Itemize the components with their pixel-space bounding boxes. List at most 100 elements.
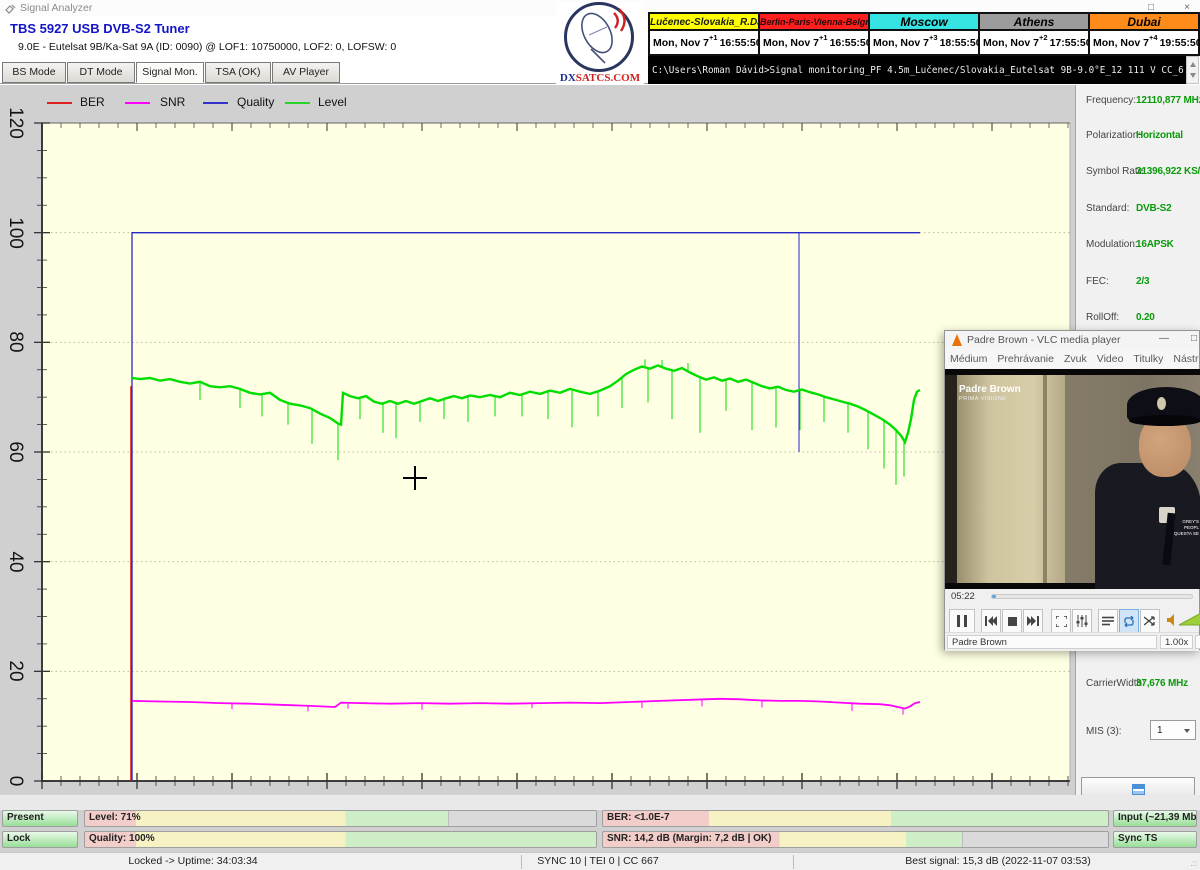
signal-analyzer-window: Signal Analyzer □ × TBS 5927 USB DVB-S2 … bbox=[0, 0, 1200, 870]
scene-cap-brim bbox=[1129, 415, 1200, 426]
shuffle-button[interactable] bbox=[1140, 609, 1160, 633]
y-axis-tick-label: 20 bbox=[0, 656, 30, 686]
lock-indicator: Lock bbox=[2, 831, 78, 848]
vlc-menubar: Médium Prehrávanie Zvuk Video Titulky Ná… bbox=[945, 350, 1199, 369]
seek-slider[interactable] bbox=[991, 594, 1193, 599]
playlist-button[interactable] bbox=[1098, 609, 1118, 633]
statusbar-divider bbox=[793, 855, 794, 869]
tab-signal-mon[interactable]: Signal Mon. bbox=[136, 62, 204, 83]
scene-cap-badge bbox=[1157, 397, 1166, 410]
dxsatcs-logo: DXSATCS.COM bbox=[556, 2, 644, 85]
logo-text: DXSATCS.COM bbox=[556, 72, 644, 84]
legend-line-level bbox=[285, 102, 310, 104]
scene-door bbox=[957, 375, 1065, 583]
tab-tsa[interactable]: TSA (OK) bbox=[205, 62, 271, 83]
clock-dubai: Dubai Mon, Nov 7+419:55:50 bbox=[1088, 14, 1198, 54]
satellite-info: 9.0E - Eutelsat 9B/Ka-Sat 9A (ID: 0090) … bbox=[18, 41, 396, 53]
logo-circle bbox=[564, 2, 634, 72]
playback-rate[interactable]: 1.00x bbox=[1160, 635, 1193, 649]
vlc-titlebar[interactable]: Padre Brown - VLC media player — □ bbox=[945, 331, 1199, 350]
channel-overlay-subtitle: PRIMA VISIONE bbox=[959, 396, 1006, 402]
previous-button[interactable] bbox=[981, 609, 1001, 633]
sync-ts-indicator: Sync TS bbox=[1113, 831, 1197, 848]
vlc-menu-video[interactable]: Video bbox=[1092, 350, 1129, 369]
y-axis-labels: 020406080100120 bbox=[0, 115, 30, 793]
video-frame[interactable]: Padre Brown PRIMA VISIONE GREY'S PEOPL Q… bbox=[945, 369, 1200, 589]
best-signal-status: Best signal: 15,3 dB (2022-11-07 03:53) bbox=[905, 855, 1090, 867]
y-axis-tick-label: 0 bbox=[0, 766, 30, 796]
tab-strip-line bbox=[0, 83, 648, 84]
volume-slider[interactable] bbox=[1179, 612, 1200, 626]
statusbar-divider bbox=[521, 855, 522, 869]
loop-icon bbox=[1123, 616, 1135, 627]
uptime-status: Locked -> Uptime: 34:03:34 bbox=[128, 855, 257, 867]
fullscreen-icon bbox=[1056, 616, 1067, 627]
vlc-menu-tools[interactable]: Nástroje bbox=[1168, 350, 1199, 369]
param-fec: FEC:2/3 bbox=[1086, 276, 1198, 290]
vlc-menu-audio[interactable]: Zvuk bbox=[1059, 350, 1092, 369]
clock-athens: Athens Mon, Nov 7+217:55:50 bbox=[978, 14, 1088, 54]
signal-chart bbox=[28, 115, 1078, 793]
vlc-menu-medium[interactable]: Médium bbox=[945, 350, 992, 369]
vlc-menu-playback[interactable]: Prehrávanie bbox=[992, 350, 1059, 369]
scene-left-shadow bbox=[945, 375, 957, 583]
param-symbol-rate: Symbol Rate:31396,922 KS/s bbox=[1086, 166, 1198, 180]
param-polarization: Polarization:Horizontal bbox=[1086, 130, 1198, 144]
quality-progress-bar: Quality: 100% bbox=[84, 831, 597, 848]
scroll-down-icon[interactable] bbox=[1190, 73, 1196, 78]
chevron-down-icon bbox=[1184, 729, 1190, 733]
vlc-statusbar: Padre Brown 1.00x 05 bbox=[945, 632, 1199, 651]
clock-berlin: Berlin-Paris-Vienna-Belgrade Mon, Nov 7+… bbox=[758, 14, 868, 54]
tab-av-player[interactable]: AV Player bbox=[272, 62, 340, 83]
progress-empty bbox=[962, 832, 1108, 847]
scroll-up-icon[interactable] bbox=[1190, 62, 1196, 67]
equalizer-button[interactable] bbox=[1072, 609, 1092, 633]
footer-strip bbox=[0, 795, 1200, 810]
loop-button[interactable] bbox=[1119, 609, 1139, 633]
sync-status: SYNC 10 | TEI 0 | CC 667 bbox=[537, 855, 658, 867]
tab-dt-mode[interactable]: DT Mode bbox=[67, 62, 135, 83]
clock-lucenec: Lučenec-Slovakia_R.Dávid Mon, Nov 7+116:… bbox=[650, 14, 758, 54]
next-icon bbox=[1027, 616, 1039, 626]
y-axis-tick-label: 40 bbox=[0, 547, 30, 577]
clock-moscow: Moscow Mon, Nov 7+318:55:50 bbox=[868, 14, 978, 54]
legend-label-level: Level bbox=[318, 95, 347, 109]
vlc-maximize-button[interactable]: □ bbox=[1191, 333, 1197, 344]
legend-label-quality: Quality bbox=[237, 95, 274, 109]
param-modulation: Modulation:16APSK bbox=[1086, 239, 1198, 253]
playlist-icon bbox=[1102, 616, 1114, 626]
param-standard: Standard:DVB-S2 bbox=[1086, 203, 1198, 217]
tab-bs-mode[interactable]: BS Mode bbox=[2, 62, 66, 83]
legend-line-quality bbox=[203, 102, 228, 104]
y-axis-tick-label: 100 bbox=[0, 218, 30, 248]
satellite-dish-drawing bbox=[567, 5, 631, 69]
pause-button[interactable] bbox=[949, 609, 975, 633]
snr-progress-bar: SNR: 14,2 dB (Margin: 7,2 dB | OK) bbox=[602, 831, 1109, 848]
param-rolloff: RollOff:0.20 bbox=[1086, 312, 1198, 326]
legend-line-snr bbox=[125, 102, 150, 104]
progress-empty bbox=[448, 811, 596, 826]
resize-grip[interactable]: .:: bbox=[1190, 859, 1197, 868]
mis-dropdown[interactable]: 1 bbox=[1150, 720, 1196, 740]
next-button[interactable] bbox=[1023, 609, 1043, 633]
volume-icon[interactable] bbox=[1167, 614, 1177, 626]
layers-icon bbox=[1132, 784, 1145, 795]
param-frequency: Frequency:12110,877 MHz bbox=[1086, 95, 1198, 109]
channel-overlay-title: Padre Brown bbox=[959, 385, 1021, 395]
world-clocks-panel: Lučenec-Slovakia_R.Dávid Mon, Nov 7+116:… bbox=[648, 12, 1200, 56]
console-scrollbar[interactable] bbox=[1186, 56, 1199, 84]
y-axis-tick-label: 60 bbox=[0, 437, 30, 467]
fullscreen-button[interactable] bbox=[1051, 609, 1071, 633]
vlc-minimize-button[interactable]: — bbox=[1159, 333, 1169, 344]
stop-button[interactable] bbox=[1002, 609, 1022, 633]
command-prompt[interactable]: C:\Users\Roman Dávid>Signal monitoring_P… bbox=[648, 56, 1186, 84]
window-title: Signal Analyzer bbox=[20, 2, 92, 14]
time-display: 05 bbox=[1195, 635, 1200, 649]
vlc-cone-icon bbox=[952, 334, 962, 346]
vlc-window-title: Padre Brown - VLC media player bbox=[967, 334, 1121, 346]
level-progress-bar: Level: 71% bbox=[84, 810, 597, 827]
seek-progress bbox=[992, 595, 996, 598]
vlc-menu-subtitles[interactable]: Titulky bbox=[1128, 350, 1168, 369]
app-statusbar: Locked -> Uptime: 34:03:34 SYNC 10 | TEI… bbox=[0, 852, 1200, 870]
tuner-title: TBS 5927 USB DVB-S2 Tuner bbox=[10, 21, 190, 36]
